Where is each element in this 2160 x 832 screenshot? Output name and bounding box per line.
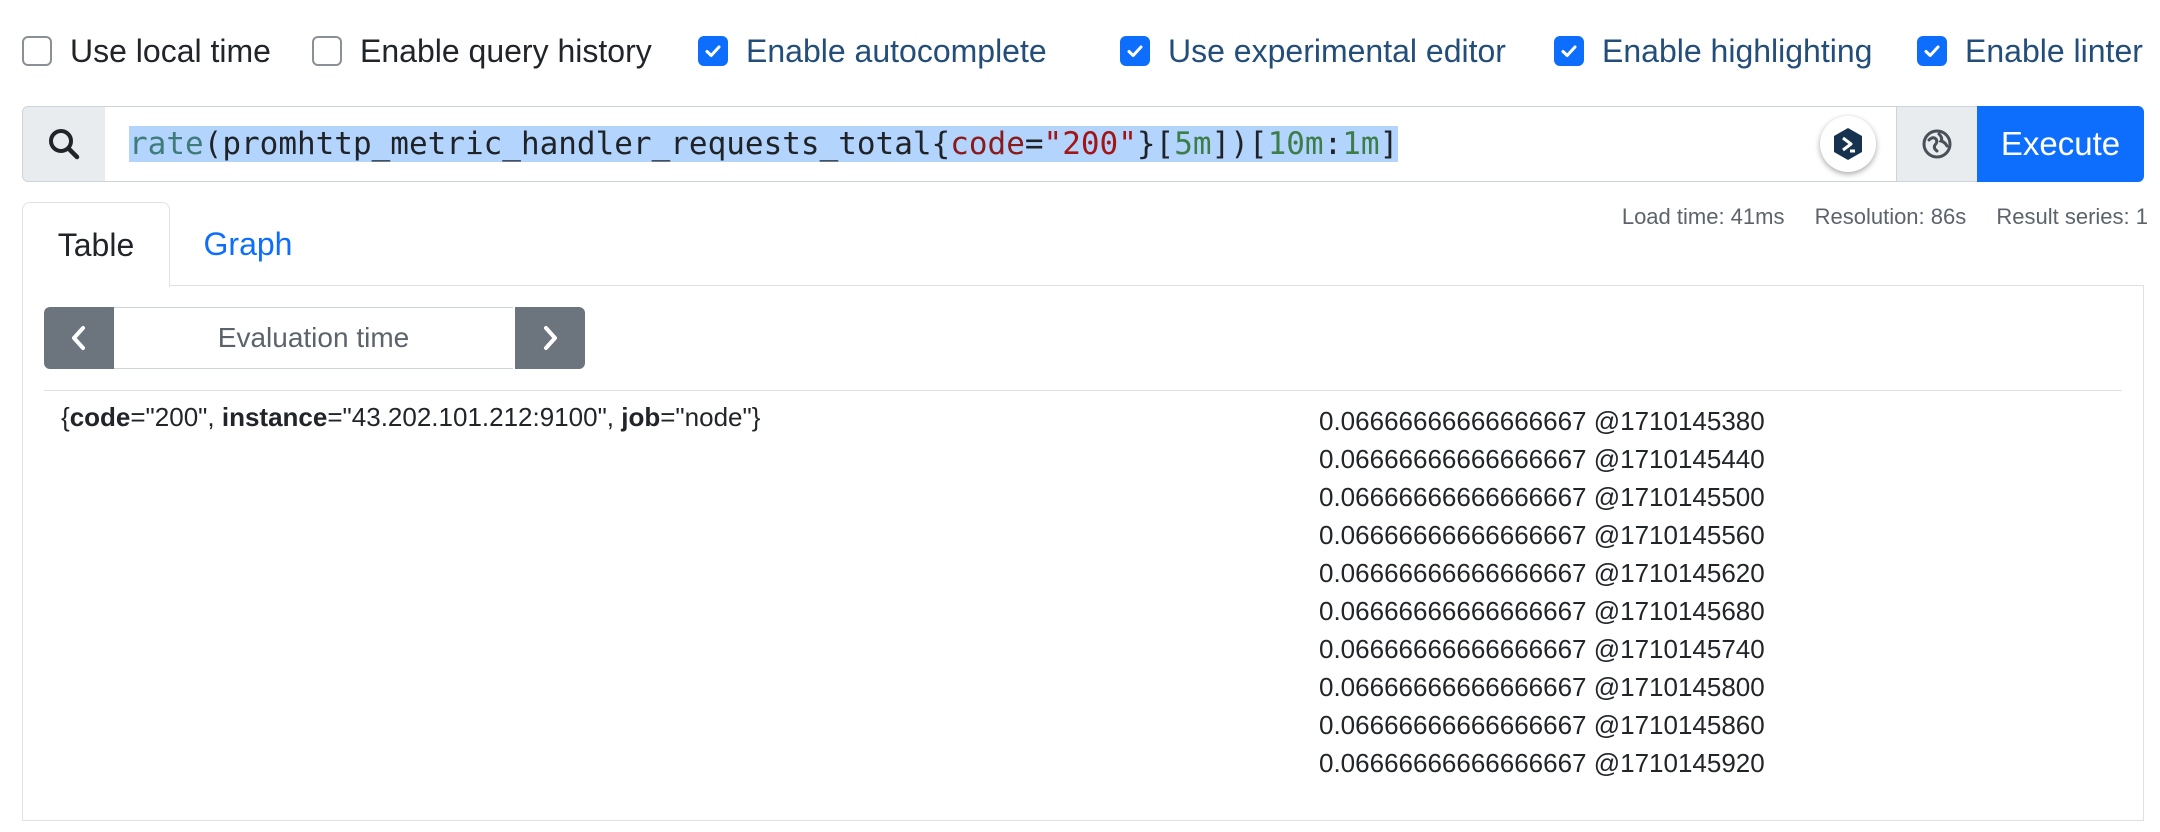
query-bracket: ] bbox=[1211, 126, 1231, 162]
option-enable-query-history[interactable]: Enable query history bbox=[312, 28, 652, 74]
value-row: 0.06666666666666667 @1710145380 bbox=[1319, 406, 1765, 436]
label-value-job: ="node" bbox=[660, 402, 752, 432]
query-function: rate bbox=[129, 126, 204, 162]
ai-assistant-icon bbox=[1834, 128, 1862, 160]
value-row: 0.06666666666666667 @1710145560 bbox=[1319, 520, 1765, 550]
query-bracket: [ bbox=[1155, 126, 1175, 162]
checkbox-enable-autocomplete[interactable] bbox=[698, 36, 728, 66]
divider bbox=[44, 390, 2122, 391]
evaluation-time-input[interactable]: Evaluation time bbox=[114, 307, 513, 369]
series-values: 0.06666666666666667 @1710145380 0.066666… bbox=[1319, 402, 1765, 782]
label-key-job: job bbox=[621, 402, 661, 432]
brace: { bbox=[61, 402, 70, 432]
value-row: 0.06666666666666667 @1710145740 bbox=[1319, 634, 1765, 664]
value-row: 0.06666666666666667 @1710145680 bbox=[1319, 596, 1765, 626]
ai-assistant-button[interactable] bbox=[1820, 116, 1876, 172]
load-time: Load time: 41ms bbox=[1621, 204, 1785, 229]
expression-input[interactable]: rate(promhttp_metric_handler_requests_to… bbox=[105, 106, 1917, 182]
option-use-experimental-editor[interactable]: Use experimental editor bbox=[1120, 28, 1506, 74]
options-bar: Use local time Enable query history Enab… bbox=[22, 28, 2143, 74]
label-value-instance: ="43.202.101.212:9100", bbox=[327, 402, 622, 432]
query-colon: : bbox=[1323, 126, 1343, 162]
chevron-right-icon bbox=[544, 326, 557, 350]
checkbox-enable-query-history[interactable] bbox=[312, 36, 342, 66]
checkbox-enable-highlighting[interactable] bbox=[1554, 36, 1584, 66]
query-subquery-step: 1m bbox=[1342, 126, 1380, 162]
check-icon bbox=[705, 45, 721, 57]
value-row: 0.06666666666666667 @1710145620 bbox=[1319, 558, 1765, 588]
option-enable-linter[interactable]: Enable linter bbox=[1917, 28, 2143, 74]
metrics-explorer-button[interactable] bbox=[1896, 106, 1978, 182]
option-label: Enable highlighting bbox=[1602, 32, 1873, 69]
option-use-local-time[interactable]: Use local time bbox=[22, 28, 271, 74]
query-label-value: "200" bbox=[1043, 126, 1137, 162]
query-paren: ) bbox=[1230, 126, 1249, 162]
label-key-instance: instance bbox=[221, 402, 328, 432]
checkbox-use-experimental-editor[interactable] bbox=[1120, 36, 1150, 66]
tab-graph[interactable]: Graph bbox=[168, 202, 328, 286]
query-range: 5m bbox=[1174, 126, 1212, 162]
execute-button[interactable]: Execute bbox=[1977, 106, 2144, 182]
check-icon bbox=[1127, 45, 1143, 57]
checkbox-enable-linter[interactable] bbox=[1917, 36, 1947, 66]
option-label: Use local time bbox=[70, 32, 271, 69]
value-row: 0.06666666666666667 @1710145800 bbox=[1319, 672, 1765, 702]
query-bar: rate(promhttp_metric_handler_requests_to… bbox=[22, 106, 2144, 182]
query-brace: } bbox=[1136, 126, 1156, 162]
query-stats: Load time: 41ms Resolution: 86s Result s… bbox=[1598, 204, 2148, 230]
option-label: Enable linter bbox=[1965, 32, 2143, 69]
query-bracket: ] bbox=[1379, 126, 1399, 162]
query-brace: { bbox=[931, 126, 951, 162]
query-bracket: [ bbox=[1248, 126, 1268, 162]
query-equals: = bbox=[1024, 126, 1044, 162]
option-label: Enable query history bbox=[360, 32, 652, 69]
value-row: 0.06666666666666667 @1710145500 bbox=[1319, 482, 1765, 512]
chevron-left-icon bbox=[72, 326, 85, 350]
next-time-button[interactable] bbox=[515, 307, 585, 369]
query-metric: promhttp_metric_handler_requests_total bbox=[222, 126, 932, 162]
query-paren: ( bbox=[203, 126, 223, 162]
label-value-code: ="200", bbox=[130, 402, 222, 432]
tab-table[interactable]: Table bbox=[22, 202, 170, 287]
option-enable-autocomplete[interactable]: Enable autocomplete bbox=[698, 28, 1047, 74]
query-label-name: code bbox=[950, 126, 1025, 162]
series-labels: {code="200", instance="43.202.101.212:91… bbox=[61, 402, 760, 433]
label-key-code: code bbox=[69, 402, 131, 432]
result-series: Result series: 1 bbox=[1996, 204, 2148, 229]
expression-code: rate(promhttp_metric_handler_requests_to… bbox=[129, 123, 1399, 165]
search-icon-box bbox=[22, 106, 106, 182]
metrics-explorer-icon bbox=[1922, 129, 1952, 159]
value-row: 0.06666666666666667 @1710145920 bbox=[1319, 748, 1765, 778]
resolution: Resolution: 86s bbox=[1814, 204, 1967, 229]
value-row: 0.06666666666666667 @1710145860 bbox=[1319, 710, 1765, 740]
checkbox-use-local-time[interactable] bbox=[22, 36, 52, 66]
option-enable-highlighting[interactable]: Enable highlighting bbox=[1554, 28, 1872, 74]
previous-time-button[interactable] bbox=[44, 307, 114, 369]
query-subquery-range: 10m bbox=[1267, 126, 1324, 162]
check-icon bbox=[1561, 45, 1577, 57]
brace: } bbox=[751, 402, 761, 432]
table-panel: Evaluation time {code="200", instance="4… bbox=[22, 285, 2144, 821]
value-row: 0.06666666666666667 @1710145440 bbox=[1319, 444, 1765, 474]
search-icon bbox=[49, 129, 80, 160]
check-icon bbox=[1924, 45, 1940, 57]
option-label: Enable autocomplete bbox=[746, 32, 1047, 69]
option-label: Use experimental editor bbox=[1168, 32, 1506, 69]
